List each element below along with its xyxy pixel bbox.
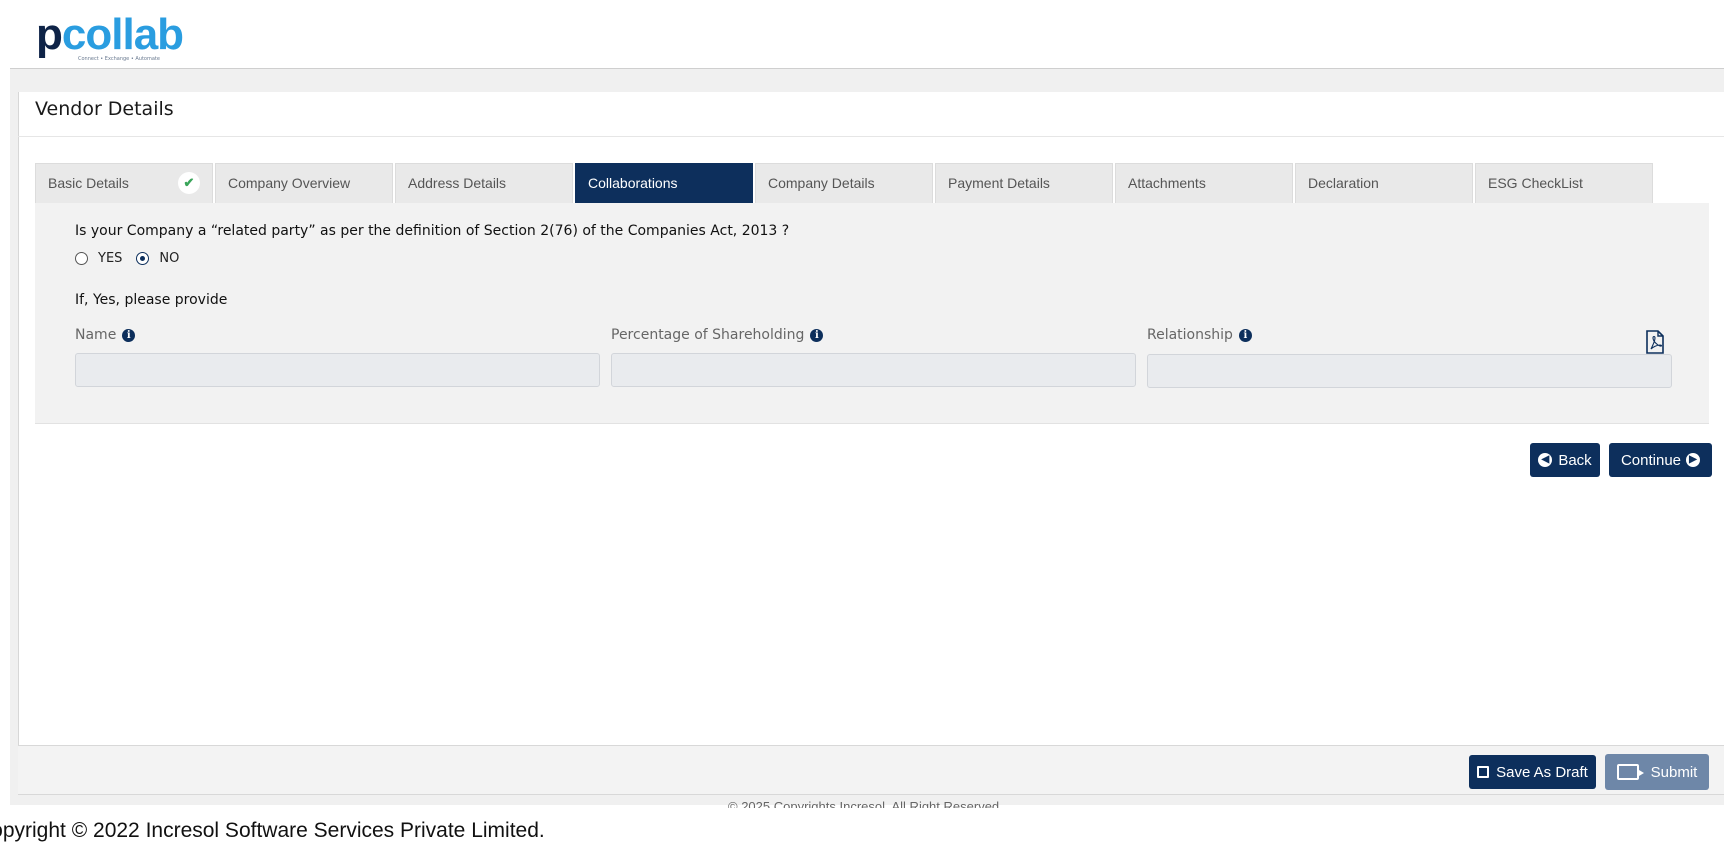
percentage-input[interactable] <box>611 353 1136 387</box>
collaborations-panel: Is your Company a “related party” as per… <box>35 203 1709 424</box>
logo-wordmark: pcollab <box>36 10 184 59</box>
continue-button[interactable]: Continue ▶ <box>1609 443 1712 477</box>
tab-declaration[interactable]: Declaration <box>1295 163 1473 203</box>
relationship-label: Relationship i <box>1147 327 1252 343</box>
wizard-tabs: Basic Details ✔ Company Overview Address… <box>35 163 1655 203</box>
info-icon[interactable]: i <box>810 328 824 342</box>
page-copyright: Copyright © 2022 Incresol Software Servi… <box>0 819 545 842</box>
tab-esg-checklist[interactable]: ESG CheckList <box>1475 163 1653 203</box>
percentage-label: Percentage of Shareholding i <box>611 327 824 343</box>
title-divider <box>18 136 1724 137</box>
check-icon: ✔ <box>178 172 200 194</box>
back-button[interactable]: ◀ Back <box>1530 443 1600 477</box>
radio-no[interactable] <box>136 252 150 265</box>
radio-no-label: NO <box>159 251 180 266</box>
provide-label: If, Yes, please provide <box>75 292 228 308</box>
tab-attachments[interactable]: Attachments <box>1115 163 1293 203</box>
tab-collaborations[interactable]: Collaborations <box>575 163 753 203</box>
tab-payment-details[interactable]: Payment Details <box>935 163 1113 203</box>
info-icon[interactable]: i <box>1238 328 1252 342</box>
name-input[interactable] <box>75 353 600 387</box>
radio-yes-label: YES <box>98 251 123 266</box>
tab-address-details[interactable]: Address Details <box>395 163 573 203</box>
copyright-notice: © 2025 Copyrights Incresol. All Right Re… <box>728 800 1000 808</box>
related-party-radio-group: YES NO <box>75 251 193 266</box>
arrow-right-circle-icon: ▶ <box>1686 453 1701 467</box>
relationship-input[interactable] <box>1147 354 1672 388</box>
save-icon <box>1477 766 1490 778</box>
save-as-draft-button[interactable]: Save As Draft <box>1469 755 1596 789</box>
tab-company-details[interactable]: Company Details <box>755 163 933 203</box>
pdf-icon[interactable] <box>1645 330 1665 354</box>
name-label: Name i <box>75 327 136 343</box>
tab-basic-details[interactable]: Basic Details ✔ <box>35 163 213 203</box>
radio-yes[interactable] <box>75 252 88 265</box>
page-title: Vendor Details <box>35 98 174 120</box>
related-party-question: Is your Company a “related party” as per… <box>75 223 790 239</box>
tab-company-overview[interactable]: Company Overview <box>215 163 393 203</box>
logo-tagline: Connect • Exchange • Automate <box>78 56 160 62</box>
submit-button[interactable]: Submit <box>1605 754 1709 790</box>
info-icon[interactable]: i <box>122 328 136 342</box>
submit-icon <box>1616 764 1644 780</box>
pcollab-logo: pcollab Connect • Exchange • Automate <box>36 10 184 63</box>
arrow-left-circle-icon: ◀ <box>1538 453 1553 467</box>
